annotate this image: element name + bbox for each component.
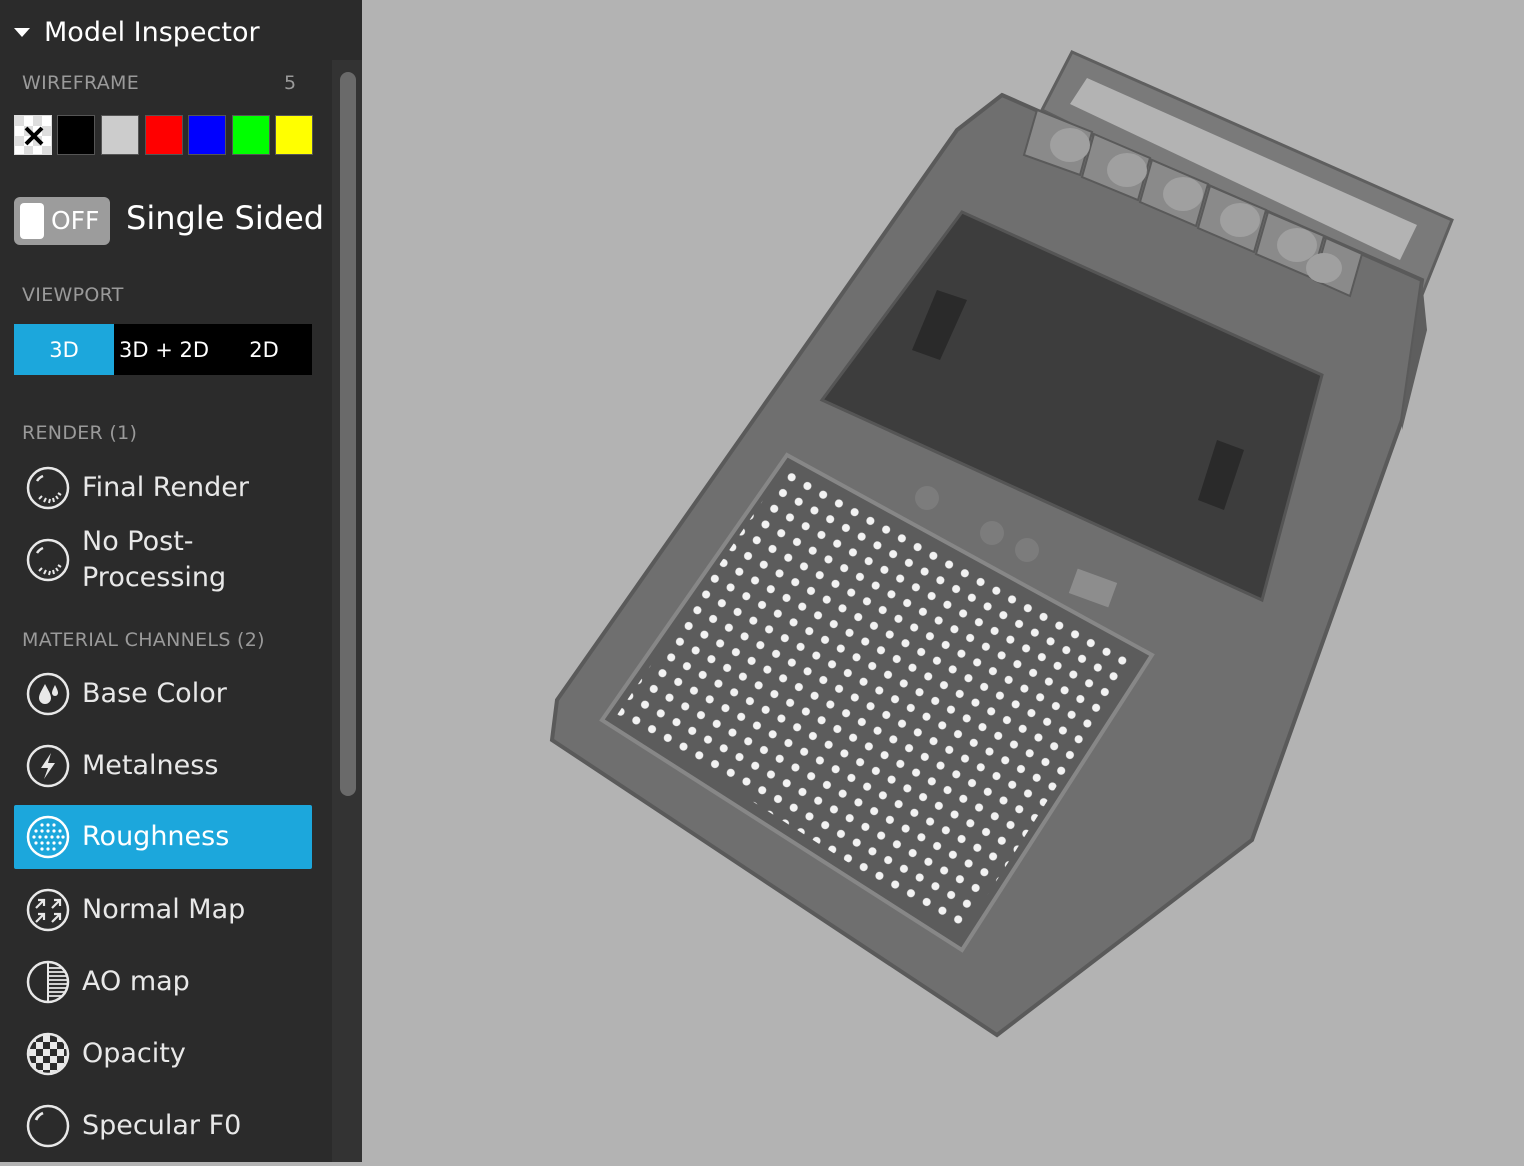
render-section-label: RENDER (1)	[22, 422, 138, 444]
channel-ao-map[interactable]: AO map	[14, 950, 312, 1014]
channel-base-color[interactable]: Base Color	[14, 662, 312, 726]
render-item-label: Final Render	[82, 472, 249, 503]
viewport-mode-selector: 3D 3D + 2D 2D	[14, 324, 312, 375]
3d-viewport[interactable]	[362, 0, 1524, 1162]
channel-label: Normal Map	[82, 894, 246, 925]
render-item-label: No Post-Processing	[82, 526, 227, 593]
viewport-option-3d-2d[interactable]: 3D + 2D	[114, 324, 214, 375]
channel-normal-map[interactable]: Normal Map	[14, 878, 312, 942]
single-sided-toggle[interactable]: OFF	[14, 197, 110, 245]
panel-header[interactable]: Model Inspector	[0, 0, 332, 64]
no-post-processing-icon	[26, 538, 70, 582]
channel-label: Opacity	[82, 1038, 186, 1069]
channel-roughness[interactable]: Roughness	[14, 805, 312, 869]
channel-metalness[interactable]: Metalness	[14, 734, 312, 798]
channel-label: Metalness	[82, 750, 219, 781]
wireframe-swatch-black[interactable]	[57, 115, 95, 155]
ao-map-icon	[26, 960, 70, 1004]
panel-title: Model Inspector	[44, 16, 260, 48]
channel-label: AO map	[82, 966, 190, 997]
render-item-final-render[interactable]: Final Render	[14, 458, 312, 518]
wireframe-swatch-gray[interactable]	[101, 115, 139, 155]
single-sided-label: Single Sided	[126, 199, 325, 237]
metalness-icon	[26, 744, 70, 788]
channel-label: Base Color	[82, 678, 227, 709]
no-color-x-icon	[15, 116, 51, 154]
specular-f0-icon	[26, 1104, 70, 1148]
wireframe-swatch-none[interactable]	[14, 115, 52, 155]
viewport-option-3d[interactable]: 3D	[14, 324, 114, 375]
channel-specular-f0[interactable]: Specular F0	[14, 1094, 312, 1158]
channel-opacity[interactable]: Opacity	[14, 1022, 312, 1086]
wireframe-swatch-red[interactable]	[145, 115, 183, 155]
final-render-icon	[26, 466, 70, 510]
toggle-state-text: OFF	[51, 206, 100, 235]
collapse-caret-icon[interactable]	[14, 27, 30, 37]
render-item-no-post-processing[interactable]: No Post-Processing	[14, 522, 312, 598]
toggle-knob	[20, 203, 44, 239]
channel-label: Roughness	[82, 821, 230, 852]
wireframe-swatch-yellow[interactable]	[275, 115, 313, 155]
base-color-icon	[26, 672, 70, 716]
wireframe-swatch-green[interactable]	[232, 115, 270, 155]
cassette-recorder-model[interactable]	[362, 0, 1524, 1162]
wireframe-section-label: WIREFRAME	[22, 72, 140, 94]
roughness-icon	[26, 815, 70, 859]
normal-map-icon	[26, 888, 70, 932]
viewport-section-label: VIEWPORT	[22, 284, 124, 306]
wireframe-count: 5	[284, 72, 297, 94]
opacity-icon	[26, 1032, 70, 1076]
scrollbar-thumb[interactable]	[340, 72, 356, 796]
channel-label: Specular F0	[82, 1110, 242, 1141]
wireframe-swatch-blue[interactable]	[188, 115, 226, 155]
model-inspector-panel: Model Inspector WIREFRAME 5 OFF Single S…	[0, 0, 362, 1162]
material-channels-section-label: MATERIAL CHANNELS (2)	[22, 629, 265, 651]
viewport-option-2d[interactable]: 2D	[214, 324, 314, 375]
